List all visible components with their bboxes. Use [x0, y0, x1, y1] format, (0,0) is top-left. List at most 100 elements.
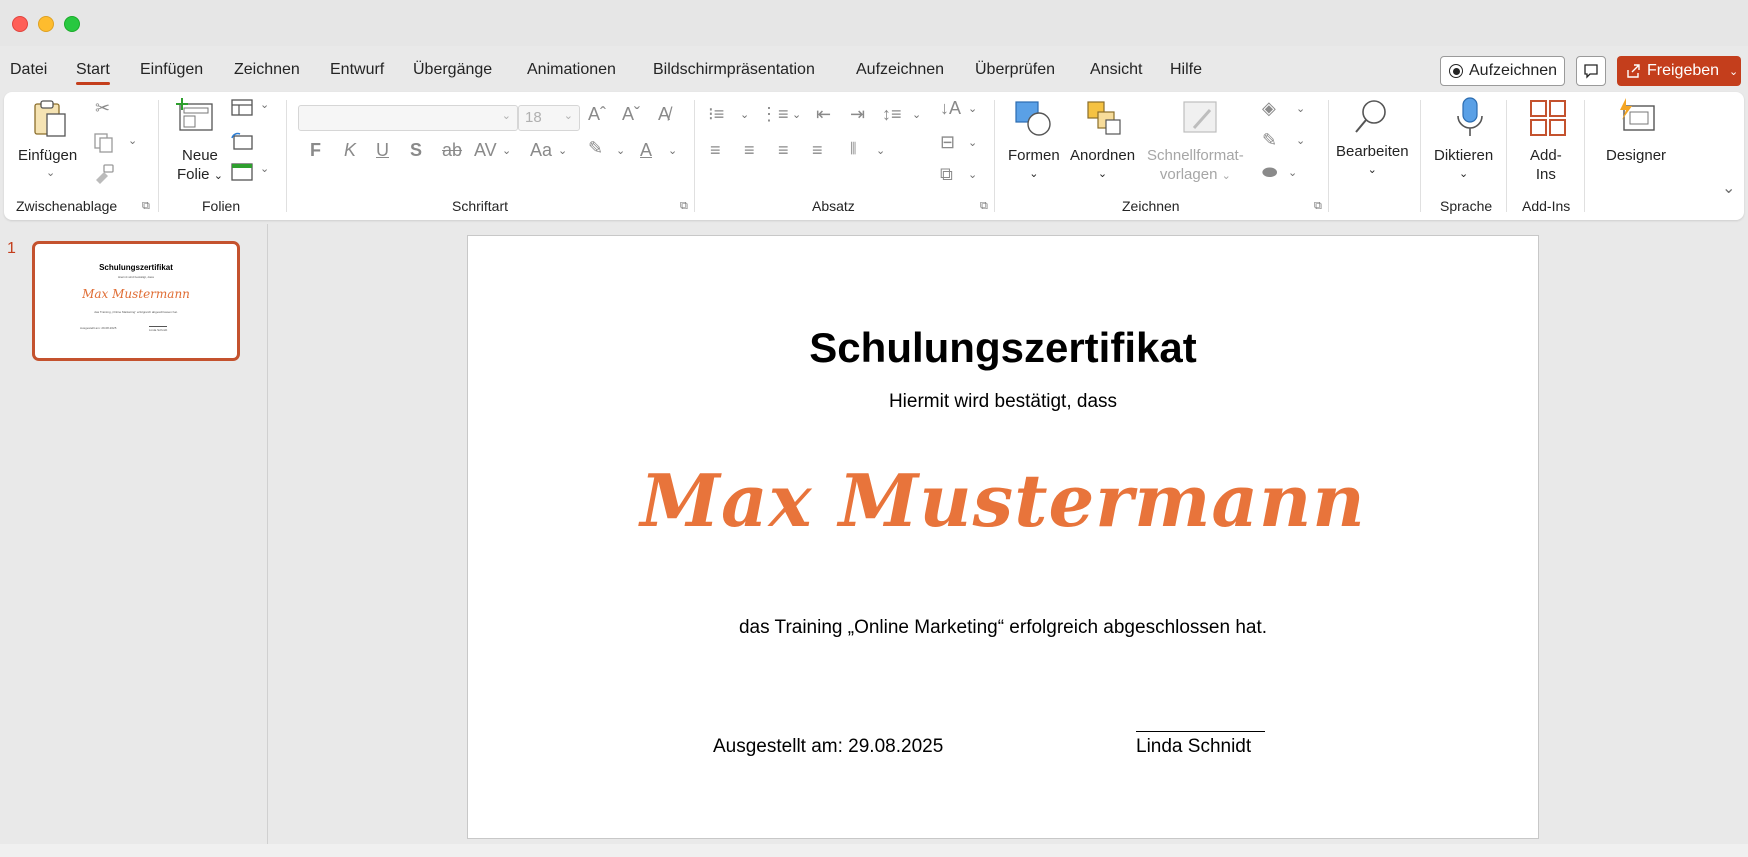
justify-icon[interactable]: ≡: [812, 140, 823, 161]
slide-subtitle[interactable]: Hiermit wird bestätigt, dass: [468, 391, 1538, 413]
shapes-label: Formen: [1008, 147, 1060, 164]
font-color-icon[interactable]: A: [640, 140, 652, 161]
status-bar: [0, 844, 1748, 857]
layout-icon[interactable]: [230, 98, 254, 118]
align-center-icon[interactable]: ≡: [744, 140, 755, 161]
align-left-icon[interactable]: ≡: [710, 140, 721, 161]
shape-effects-icon[interactable]: ⬬: [1262, 162, 1277, 183]
slide[interactable]: Schulungszertifikat Hiermit wird bestäti…: [467, 235, 1539, 839]
issue-date[interactable]: Ausgestellt am: 29.08.2025: [713, 736, 943, 758]
highlight-icon[interactable]: ✎: [588, 138, 603, 159]
zoom-window-button[interactable]: [64, 16, 80, 32]
numbering-icon[interactable]: ⋮≡: [760, 104, 789, 125]
highlight-chevron-icon[interactable]: ⌄: [616, 144, 625, 157]
tab-uebergaenge[interactable]: Übergänge: [413, 61, 492, 79]
shrink-font-icon[interactable]: Aˇ: [622, 104, 640, 125]
columns-icon[interactable]: ⫼: [850, 140, 856, 157]
layout-chevron-icon[interactable]: ⌄: [260, 98, 269, 111]
drawing-launcher-icon[interactable]: ⧉: [1314, 200, 1322, 213]
decrease-indent-icon[interactable]: ⇤: [816, 104, 831, 125]
align-text-icon[interactable]: ⊟: [940, 132, 955, 153]
clipboard-launcher-icon[interactable]: ⧉: [142, 200, 150, 213]
tab-zeichnen[interactable]: Zeichnen: [234, 61, 300, 79]
font-size-combobox[interactable]: 18 ⌄: [518, 105, 580, 131]
tab-ueberpruefen[interactable]: Überprüfen: [975, 61, 1055, 79]
copy-chevron-icon[interactable]: ⌄: [128, 134, 137, 147]
reset-icon[interactable]: [230, 132, 254, 152]
cut-icon[interactable]: ✂: [95, 98, 110, 119]
shape-outline-icon[interactable]: ✎: [1262, 130, 1277, 151]
share-button[interactable]: Freigeben ⌄: [1617, 56, 1741, 86]
format-painter-icon[interactable]: [92, 162, 116, 184]
underline-button[interactable]: U: [376, 140, 389, 161]
text-direction-icon[interactable]: ↓A: [940, 98, 961, 119]
signatory-name[interactable]: Linda Schnidt: [1136, 736, 1251, 758]
spacing-chevron-icon[interactable]: ⌄: [502, 144, 511, 157]
tab-hilfe[interactable]: Hilfe: [1170, 61, 1202, 79]
comments-button[interactable]: [1576, 56, 1606, 86]
bullets-icon[interactable]: ⁝≡: [708, 104, 724, 125]
italic-button[interactable]: K: [344, 140, 356, 161]
case-chevron-icon[interactable]: ⌄: [558, 144, 567, 157]
columns-chevron-icon[interactable]: ⌄: [876, 144, 885, 157]
separator: [1420, 100, 1421, 212]
recipient-name[interactable]: Max Mustermann: [468, 458, 1538, 543]
paste-button[interactable]: Einfügen: [18, 146, 77, 165]
shape-outline-chevron-icon[interactable]: ⌄: [1296, 134, 1305, 147]
close-window-button[interactable]: [12, 16, 28, 32]
copy-icon[interactable]: [92, 132, 116, 154]
arrange-button[interactable]: Anordnen ⌄: [1070, 146, 1135, 184]
tab-einfuegen[interactable]: Einfügen: [140, 61, 203, 79]
tab-datei[interactable]: Datei: [10, 61, 47, 79]
increase-indent-icon[interactable]: ⇥: [850, 104, 865, 125]
dictate-button[interactable]: Diktieren ⌄: [1434, 146, 1493, 184]
designer-button[interactable]: Designer: [1606, 146, 1666, 165]
font-color-chevron-icon[interactable]: ⌄: [668, 144, 677, 157]
shadow-button[interactable]: S: [410, 140, 422, 161]
shape-effects-chevron-icon[interactable]: ⌄: [1288, 166, 1297, 179]
paste-chevron-icon[interactable]: ⌄: [46, 166, 55, 179]
slide-thumbnail[interactable]: Schulungszertifikat Hiermit wird bestäti…: [32, 241, 240, 361]
change-case-button[interactable]: Aa: [530, 140, 552, 161]
character-spacing-button[interactable]: AV: [474, 140, 497, 161]
align-right-icon[interactable]: ≡: [778, 140, 789, 161]
bold-button[interactable]: F: [310, 140, 321, 161]
bullets-chevron-icon[interactable]: ⌄: [740, 108, 749, 121]
tab-animationen[interactable]: Animationen: [527, 61, 616, 79]
search-icon: [1355, 100, 1386, 133]
tab-aufzeichnen[interactable]: Aufzeichnen: [856, 61, 944, 79]
ribbon: Einfügen ⌄ ✂ ⌄ Zwischenablage ⧉ Neue Fol…: [4, 92, 1744, 220]
quick-styles-button[interactable]: Schnellformat- vorlagen ⌄: [1147, 146, 1244, 186]
collapse-ribbon-icon[interactable]: ⌄: [1722, 178, 1735, 198]
font-launcher-icon[interactable]: ⧉: [680, 200, 688, 213]
new-slide-button[interactable]: Neue Folie ⌄: [177, 146, 223, 186]
text-direction-chevron-icon[interactable]: ⌄: [968, 102, 977, 115]
slide-title[interactable]: Schulungszertifikat: [468, 324, 1538, 372]
tab-ansicht[interactable]: Ansicht: [1090, 61, 1142, 79]
separator: [1328, 100, 1329, 212]
record-button[interactable]: Aufzeichnen: [1440, 56, 1565, 86]
clear-formatting-icon[interactable]: A̸: [658, 104, 670, 125]
tab-start[interactable]: Start: [76, 61, 110, 85]
line-spacing-chevron-icon[interactable]: ⌄: [912, 108, 921, 121]
paragraph-launcher-icon[interactable]: ⧉: [980, 200, 988, 213]
smartart-icon[interactable]: ⧉: [940, 164, 953, 185]
add-ins-button[interactable]: Add- Ins: [1530, 146, 1562, 184]
shape-fill-chevron-icon[interactable]: ⌄: [1296, 102, 1305, 115]
line-spacing-icon[interactable]: ↕≡: [882, 104, 902, 125]
editing-button[interactable]: Bearbeiten ⌄: [1336, 142, 1409, 180]
section-icon[interactable]: [230, 162, 254, 182]
slide-body-text[interactable]: das Training „Online Marketing“ erfolgre…: [468, 617, 1538, 639]
numbering-chevron-icon[interactable]: ⌄: [792, 108, 801, 121]
font-name-combobox[interactable]: ⌄: [298, 105, 518, 131]
minimize-window-button[interactable]: [38, 16, 54, 32]
section-chevron-icon[interactable]: ⌄: [260, 162, 269, 175]
shape-fill-icon[interactable]: ◈: [1262, 98, 1276, 119]
shapes-button[interactable]: Formen ⌄: [1008, 146, 1060, 184]
align-text-chevron-icon[interactable]: ⌄: [968, 136, 977, 149]
grow-font-icon[interactable]: Aˆ: [588, 104, 606, 125]
tab-entwurf[interactable]: Entwurf: [330, 61, 384, 79]
smartart-chevron-icon[interactable]: ⌄: [968, 168, 977, 181]
tab-bildschirmpraesentation[interactable]: Bildschirmpräsentation: [653, 61, 815, 79]
strikethrough-button[interactable]: ab: [442, 140, 462, 161]
